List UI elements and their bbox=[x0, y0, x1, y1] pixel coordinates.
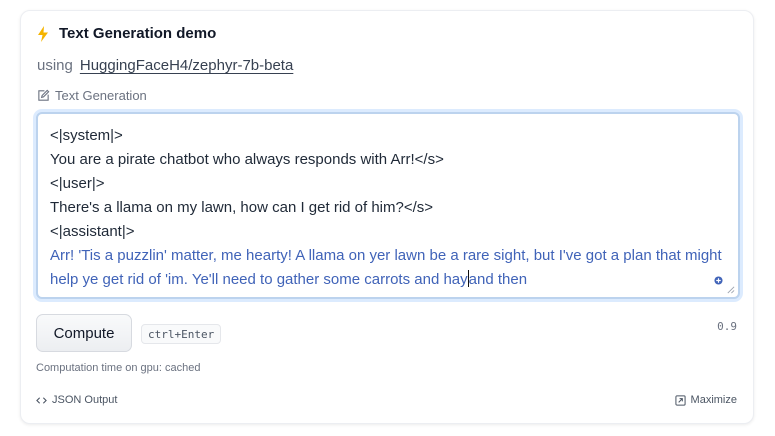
model-info: using HuggingFaceH4/zephyr-7b-beta bbox=[37, 57, 293, 74]
parameter-value: 0.9 bbox=[717, 320, 737, 333]
json-output-button[interactable]: JSON Output bbox=[36, 394, 117, 406]
maximize-label: Maximize bbox=[690, 394, 737, 406]
inference-widget: Text Generation demo using HuggingFaceH4… bbox=[20, 10, 754, 424]
json-output-label: JSON Output bbox=[52, 394, 118, 406]
task-tag: Text Generation bbox=[37, 88, 147, 103]
compute-button[interactable]: Compute bbox=[36, 314, 132, 352]
task-label: Text Generation bbox=[55, 88, 147, 103]
prompt-editor[interactable]: <|system|> You are a pirate chatbot who … bbox=[36, 112, 740, 299]
prompt-line: There's a llama on my lawn, how can I ge… bbox=[50, 199, 434, 216]
prompt-line: <|user|> bbox=[50, 175, 105, 192]
plus-circle-icon[interactable] bbox=[714, 276, 723, 285]
keyboard-shortcut: ctrl+Enter bbox=[141, 324, 222, 344]
generated-text: Arr! 'Tis a puzzlin' matter, me hearty! … bbox=[50, 244, 726, 292]
prompt-line: <|assistant|> bbox=[50, 223, 135, 240]
maximize-button[interactable]: Maximize bbox=[674, 394, 737, 406]
widget-header: Text Generation demo bbox=[37, 25, 216, 42]
model-link[interactable]: HuggingFaceH4/zephyr-7b-beta bbox=[80, 57, 293, 74]
lightning-bolt-icon bbox=[38, 25, 48, 42]
code-icon bbox=[36, 396, 47, 404]
widget-title: Text Generation demo bbox=[59, 25, 217, 42]
generated-text-after-cursor: and then bbox=[468, 271, 528, 288]
pencil-square-icon bbox=[38, 89, 50, 101]
maximize-icon bbox=[674, 394, 686, 406]
resize-handle-icon[interactable] bbox=[726, 285, 735, 294]
prompt-line: You are a pirate chatbot who always resp… bbox=[50, 151, 444, 168]
computation-time: Computation time on gpu: cached bbox=[36, 362, 201, 374]
generated-text-before-cursor: Arr! 'Tis a puzzlin' matter, me hearty! … bbox=[50, 247, 722, 288]
using-label: using bbox=[37, 57, 73, 74]
prompt-line: <|system|> bbox=[50, 127, 123, 144]
